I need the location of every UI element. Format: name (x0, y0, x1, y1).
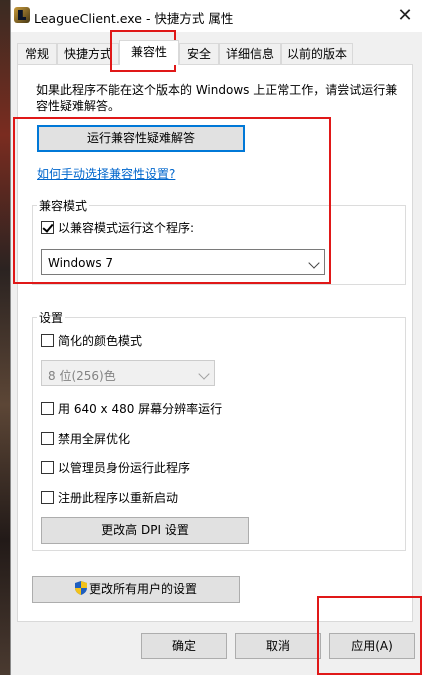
color-mode-select: 8 位(256)色 (41, 360, 215, 386)
change-dpi-button[interactable]: 更改高 DPI 设置 (41, 517, 249, 544)
change-all-users-button[interactable]: 更改所有用户的设置 (32, 576, 240, 603)
tab-general[interactable]: 常规 (17, 43, 57, 64)
run-troubleshooter-button[interactable]: 运行兼容性疑难解答 (37, 125, 245, 152)
manual-settings-link[interactable]: 如何手动选择兼容性设置? (37, 165, 175, 182)
change-all-users-label: 更改所有用户的设置 (88, 582, 197, 596)
compat-mode-label: 兼容模式 (37, 197, 90, 214)
os-version-value: Windows 7 (48, 256, 114, 270)
ok-button[interactable]: 确定 (141, 633, 227, 659)
close-icon[interactable]: ✕ (393, 4, 417, 28)
tab-shortcut[interactable]: 快捷方式 (57, 43, 119, 64)
tab-compatibility[interactable]: 兼容性 (119, 40, 179, 65)
register-restart-label: 注册此程序以重新启动 (58, 491, 179, 505)
chevron-down-icon (198, 368, 210, 380)
register-restart-checkbox[interactable]: 注册此程序以重新启动 (41, 490, 178, 506)
run-640-checkbox[interactable]: 用 640 x 480 屏幕分辨率运行 (41, 401, 222, 417)
compat-mode-group: 兼容模式 以兼容模式运行这个程序: Windows 7 (32, 197, 406, 285)
checkbox-icon[interactable] (41, 461, 54, 474)
tab-previous-versions[interactable]: 以前的版本 (281, 43, 353, 64)
tab-details[interactable]: 详细信息 (219, 43, 281, 64)
league-app-icon (14, 7, 30, 23)
disable-fullscreen-opt-label: 禁用全屏优化 (58, 432, 131, 446)
color-mode-value: 8 位(256)色 (48, 369, 116, 383)
settings-group: 设置 简化的颜色模式 8 位(256)色 用 640 x 480 屏幕分辨率运行… (32, 309, 406, 551)
run-640-label: 用 640 x 480 屏幕分辨率运行 (58, 402, 223, 416)
run-as-admin-checkbox[interactable]: 以管理员身份运行此程序 (41, 460, 190, 476)
tab-security[interactable]: 安全 (179, 43, 219, 64)
uac-shield-icon (74, 581, 87, 595)
disable-fullscreen-opt-checkbox[interactable]: 禁用全屏优化 (41, 431, 130, 447)
checkbox-icon[interactable] (41, 432, 54, 445)
reduced-color-checkbox[interactable]: 简化的颜色模式 (41, 333, 142, 349)
run-as-admin-label: 以管理员身份运行此程序 (58, 461, 191, 475)
title-bar[interactable]: LeagueClient.exe - 快捷方式 属性 ✕ (11, 0, 422, 32)
chevron-down-icon (308, 257, 320, 269)
compat-mode-checkbox[interactable]: 以兼容模式运行这个程序: (41, 220, 194, 236)
compatibility-panel: 如果此程序不能在这个版本的 Windows 上正常工作，请尝试运行兼容性疑难解答… (17, 64, 413, 622)
os-version-select[interactable]: Windows 7 (41, 249, 325, 275)
cancel-button[interactable]: 取消 (235, 633, 321, 659)
checkbox-icon[interactable] (41, 334, 54, 347)
checkbox-icon[interactable] (41, 402, 54, 415)
checkbox-icon[interactable] (41, 491, 54, 504)
intro-text: 如果此程序不能在这个版本的 Windows 上正常工作，请尝试运行兼容性疑难解答… (36, 83, 398, 113)
settings-label: 设置 (37, 309, 66, 326)
compat-mode-checkbox-label: 以兼容模式运行这个程序: (58, 221, 195, 235)
reduced-color-label: 简化的颜色模式 (58, 334, 143, 348)
properties-window: LeagueClient.exe - 快捷方式 属性 ✕ 常规 快捷方式 兼容性… (10, 0, 422, 675)
checkbox-checked-icon[interactable] (41, 221, 54, 234)
window-title: LeagueClient.exe - 快捷方式 属性 (34, 11, 234, 26)
apply-button[interactable]: 应用(A) (329, 633, 415, 659)
